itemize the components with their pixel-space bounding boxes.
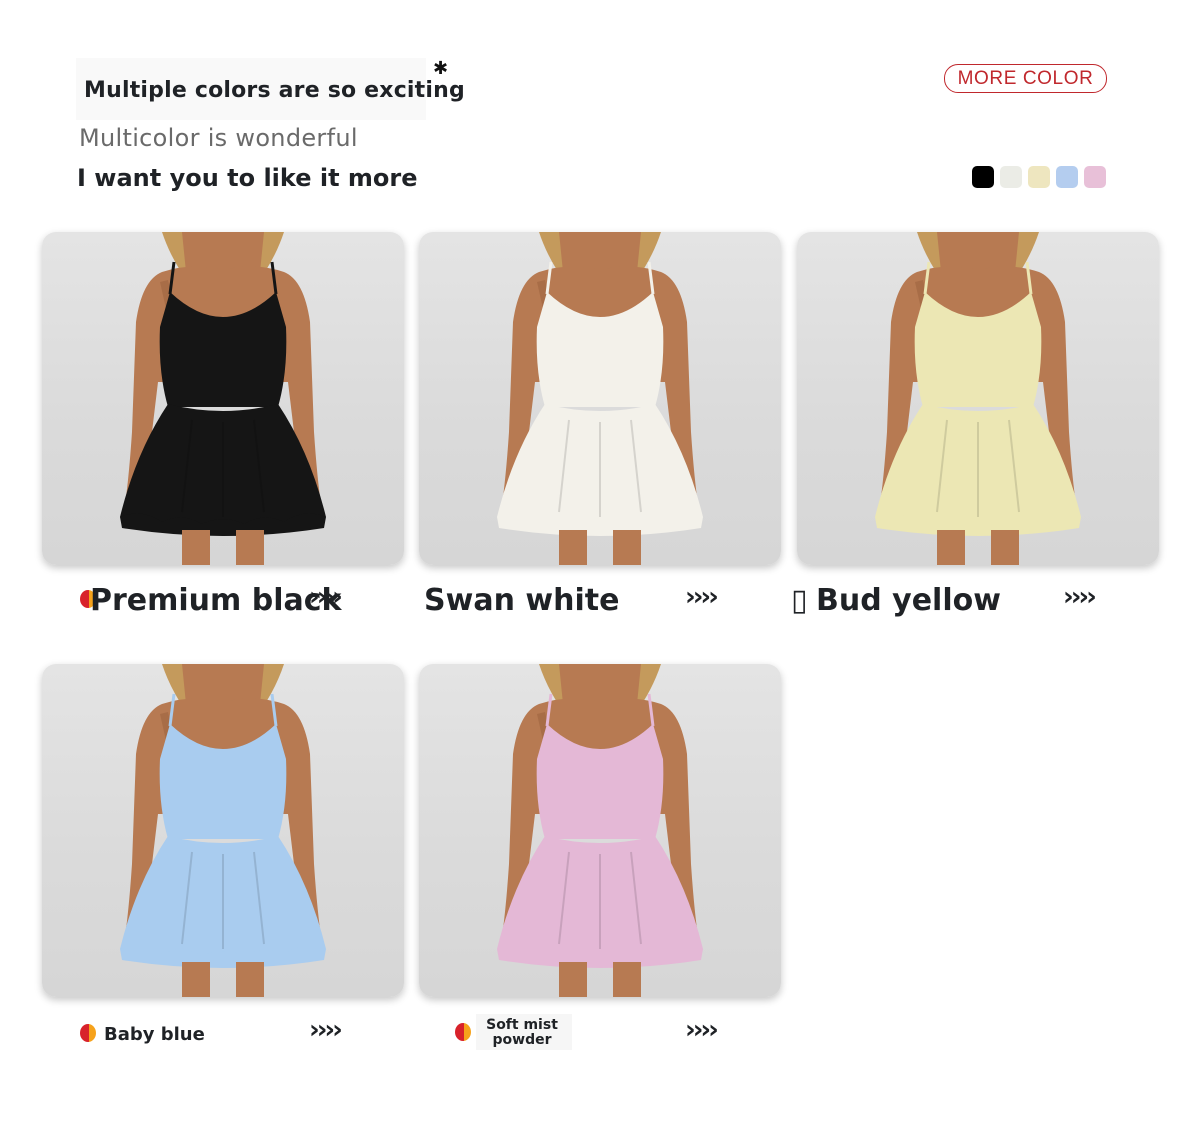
swatch-black[interactable] <box>972 166 994 188</box>
product-image-pink[interactable] <box>419 664 781 997</box>
color-dot-icon <box>455 1023 471 1041</box>
chevrons-icon[interactable]: ›››› <box>685 1015 719 1045</box>
tagline: I want you to like it more <box>77 164 418 192</box>
chevrons-icon[interactable]: ›››› <box>685 582 719 612</box>
product-label-blue: Baby blue <box>104 1024 205 1045</box>
product-label-pink: Soft mist powder <box>486 1018 558 1048</box>
model-illustration <box>497 664 703 997</box>
chevrons-icon[interactable]: ›››› <box>1063 582 1097 612</box>
model-illustration <box>875 232 1081 565</box>
product-label-white: Swan white <box>424 583 620 618</box>
product-label-pink-line2: powder <box>492 1032 552 1048</box>
chevrons-icon[interactable]: ›››› <box>309 1015 343 1045</box>
product-image-yellow[interactable] <box>797 232 1159 565</box>
color-dot-icon <box>80 1024 96 1042</box>
product-label-black: Premium black <box>90 583 342 618</box>
placeholder-glyph-icon: ▯ <box>791 583 808 618</box>
swatch-blue[interactable] <box>1056 166 1078 188</box>
model-illustration <box>120 664 326 997</box>
swatch-white[interactable] <box>1000 166 1022 188</box>
chevrons-icon[interactable]: ›››› <box>309 582 343 612</box>
swatch-yellow[interactable] <box>1028 166 1050 188</box>
product-label-yellow: Bud yellow <box>816 583 1001 618</box>
model-illustration <box>120 232 326 565</box>
subheading: Multicolor is wonderful <box>79 124 358 152</box>
swatch-pink[interactable] <box>1084 166 1106 188</box>
color-swatches <box>972 166 1106 188</box>
product-image-blue[interactable] <box>42 664 404 997</box>
more-color-button[interactable]: MORE COLOR <box>944 64 1107 93</box>
product-image-black[interactable] <box>42 232 404 565</box>
product-label-pink-line1: Soft mist <box>486 1017 558 1033</box>
asterisk-icon: ✱ <box>433 58 449 79</box>
product-image-white[interactable] <box>419 232 781 565</box>
model-illustration <box>497 232 703 565</box>
headline: Multiple colors are so exciting <box>84 78 465 103</box>
